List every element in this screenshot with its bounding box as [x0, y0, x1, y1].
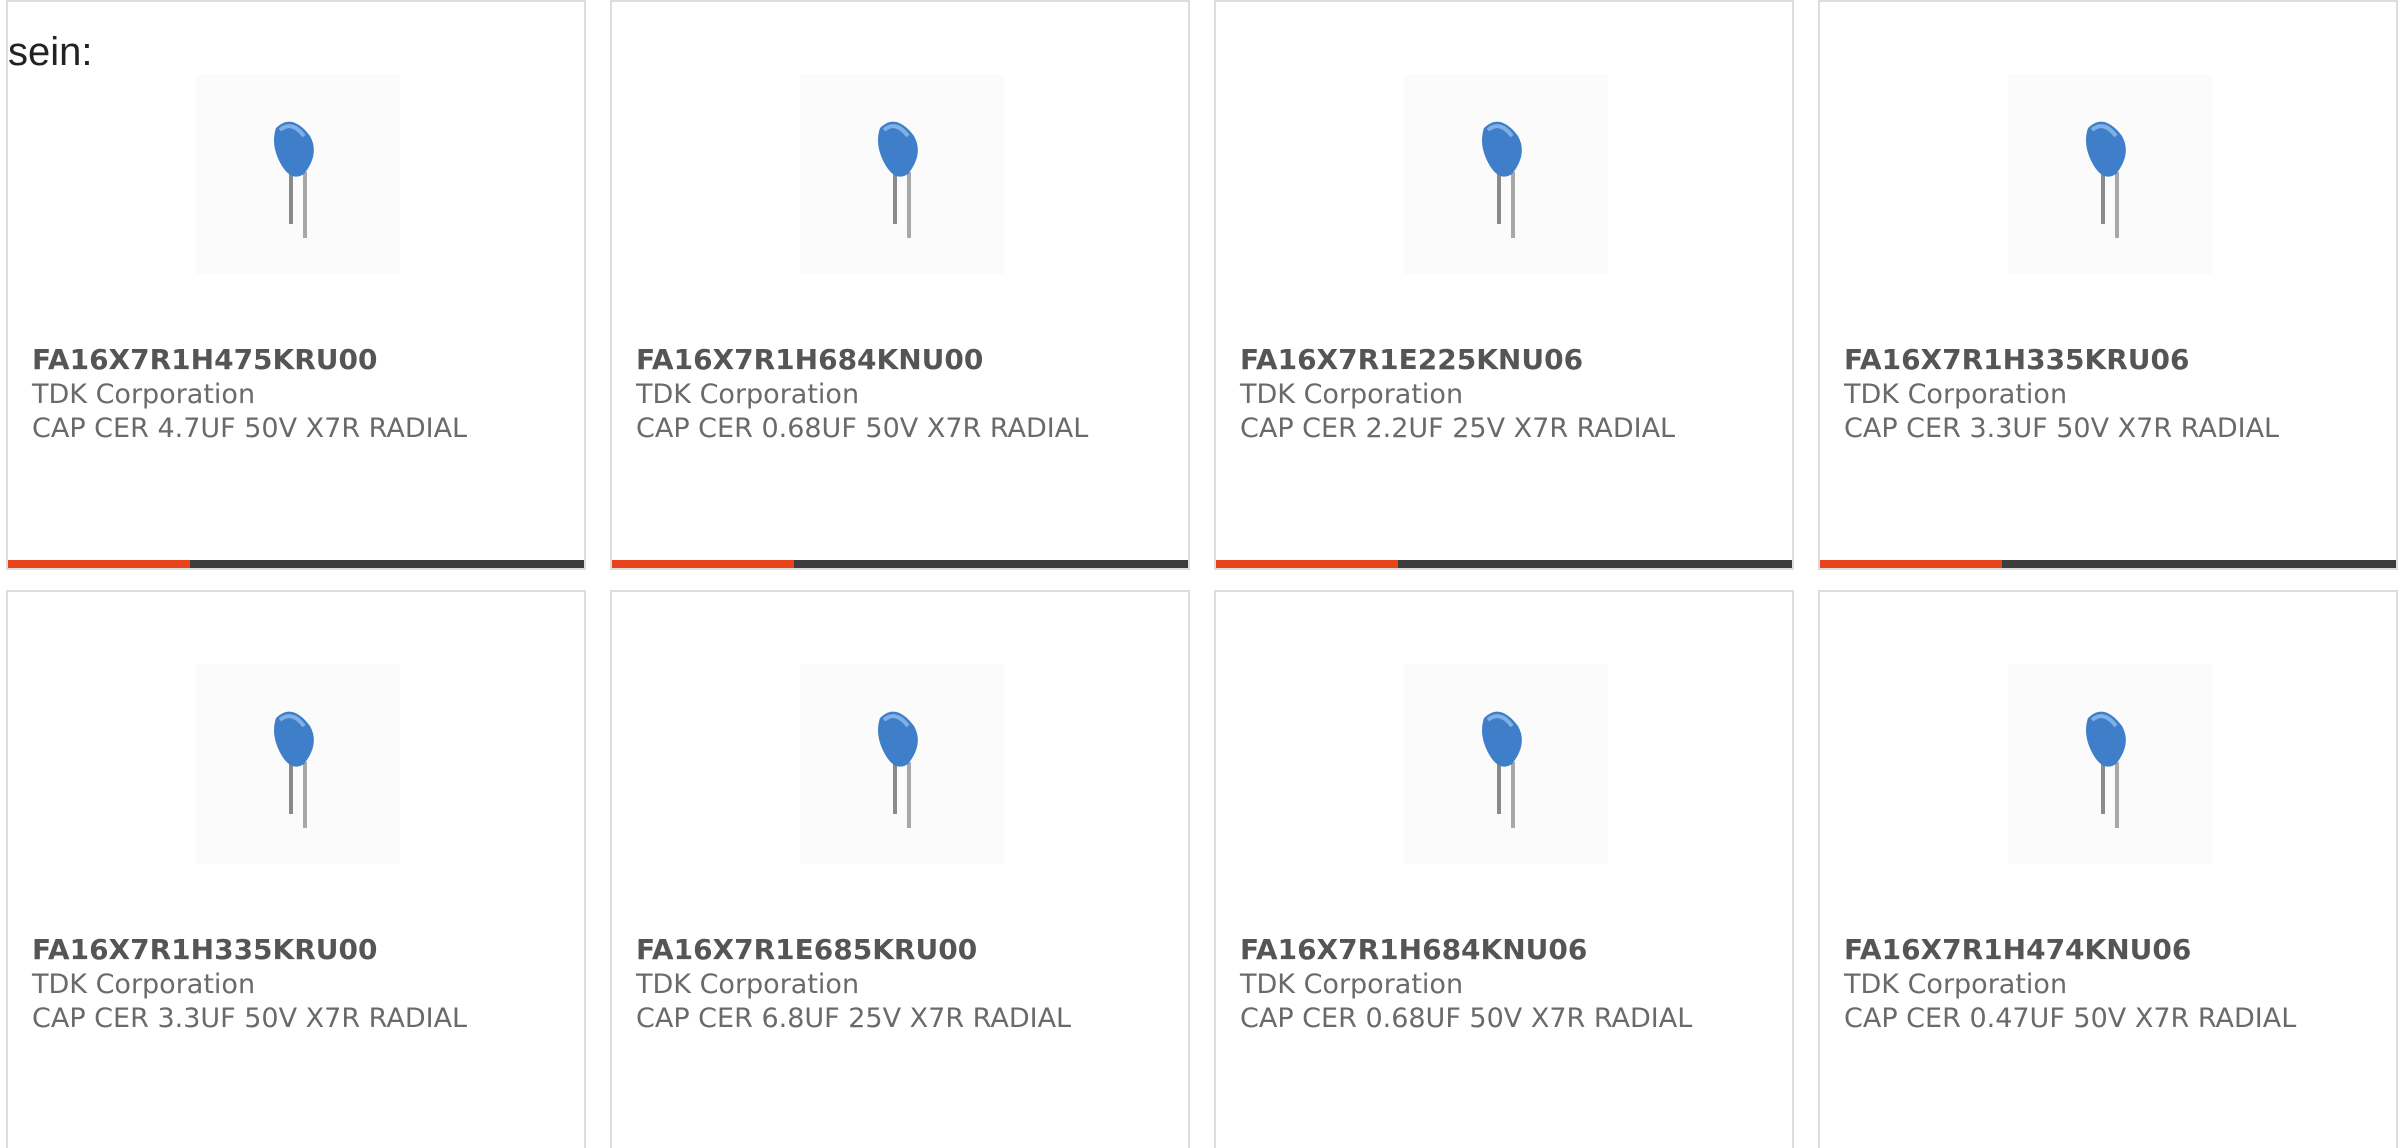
radial-capacitor-icon[interactable] — [196, 74, 400, 274]
description: CAP CER 4.7UF 50V X7R RADIAL — [32, 413, 468, 444]
card-accent-bar — [1820, 560, 2002, 568]
part-number[interactable]: FA16X7R1E225KNU06 — [1240, 342, 1780, 378]
part-number[interactable]: FA16X7R1H684KNU00 — [636, 342, 1176, 378]
description: CAP CER 3.3UF 50V X7R RADIAL — [1844, 413, 2280, 444]
part-number[interactable]: FA16X7R1H335KRU00 — [32, 932, 572, 968]
product-card[interactable]: FA16X7R1H335KRU00 TDK Corporation CAP CE… — [6, 590, 586, 1148]
card-accent-bar — [1216, 560, 1398, 568]
part-number[interactable]: FA16X7R1H474KNU06 — [1844, 932, 2384, 968]
description: CAP CER 6.8UF 25V X7R RADIAL — [636, 1003, 1072, 1034]
description: CAP CER 2.2UF 25V X7R RADIAL — [1240, 413, 1676, 444]
card-bottom-bar — [8, 560, 584, 568]
product-card[interactable]: FA16X7R1H474KNU06 TDK Corporation CAP CE… — [1818, 590, 2398, 1148]
manufacturer: TDK Corporation — [636, 379, 860, 410]
radial-capacitor-icon[interactable] — [2008, 664, 2212, 864]
radial-capacitor-icon[interactable] — [800, 74, 1004, 274]
intro-text: sein: — [8, 30, 93, 74]
product-card[interactable]: FA16X7R1E225KNU06 TDK Corporation CAP CE… — [1214, 0, 1794, 570]
part-number[interactable]: FA16X7R1H684KNU06 — [1240, 932, 1780, 968]
manufacturer: TDK Corporation — [32, 969, 256, 1000]
description: CAP CER 0.47UF 50V X7R RADIAL — [1844, 1003, 2297, 1034]
product-card[interactable]: FA16X7R1H684KNU06 TDK Corporation CAP CE… — [1214, 590, 1794, 1148]
radial-capacitor-icon[interactable] — [1404, 74, 1608, 274]
card-accent-bar — [8, 560, 190, 568]
manufacturer: TDK Corporation — [1844, 379, 2068, 410]
description: CAP CER 3.3UF 50V X7R RADIAL — [32, 1003, 468, 1034]
card-accent-bar — [612, 560, 794, 568]
manufacturer: TDK Corporation — [1240, 379, 1464, 410]
description: CAP CER 0.68UF 50V X7R RADIAL — [1240, 1003, 1693, 1034]
manufacturer: TDK Corporation — [1844, 969, 2068, 1000]
part-number[interactable]: FA16X7R1H335KRU06 — [1844, 342, 2384, 378]
radial-capacitor-icon[interactable] — [800, 664, 1004, 864]
manufacturer: TDK Corporation — [1240, 969, 1464, 1000]
radial-capacitor-icon[interactable] — [196, 664, 400, 864]
description: CAP CER 0.68UF 50V X7R RADIAL — [636, 413, 1089, 444]
part-number[interactable]: FA16X7R1E685KRU00 — [636, 932, 1176, 968]
radial-capacitor-icon[interactable] — [2008, 74, 2212, 274]
product-card[interactable]: FA16X7R1E685KRU00 TDK Corporation CAP CE… — [610, 590, 1190, 1148]
radial-capacitor-icon[interactable] — [1404, 664, 1608, 864]
product-card[interactable]: FA16X7R1H475KRU00 TDK Corporation CAP CE… — [6, 0, 586, 570]
manufacturer: TDK Corporation — [636, 969, 860, 1000]
card-bottom-bar — [1216, 560, 1792, 568]
card-bottom-bar — [612, 560, 1188, 568]
product-card[interactable]: FA16X7R1H684KNU00 TDK Corporation CAP CE… — [610, 0, 1190, 570]
product-card[interactable]: FA16X7R1H335KRU06 TDK Corporation CAP CE… — [1818, 0, 2398, 570]
product-grid-page: sein: FA16X7R1H475KRU00 TDK Corporation … — [0, 0, 2400, 1148]
card-bottom-bar — [1820, 560, 2396, 568]
manufacturer: TDK Corporation — [32, 379, 256, 410]
part-number[interactable]: FA16X7R1H475KRU00 — [32, 342, 572, 378]
